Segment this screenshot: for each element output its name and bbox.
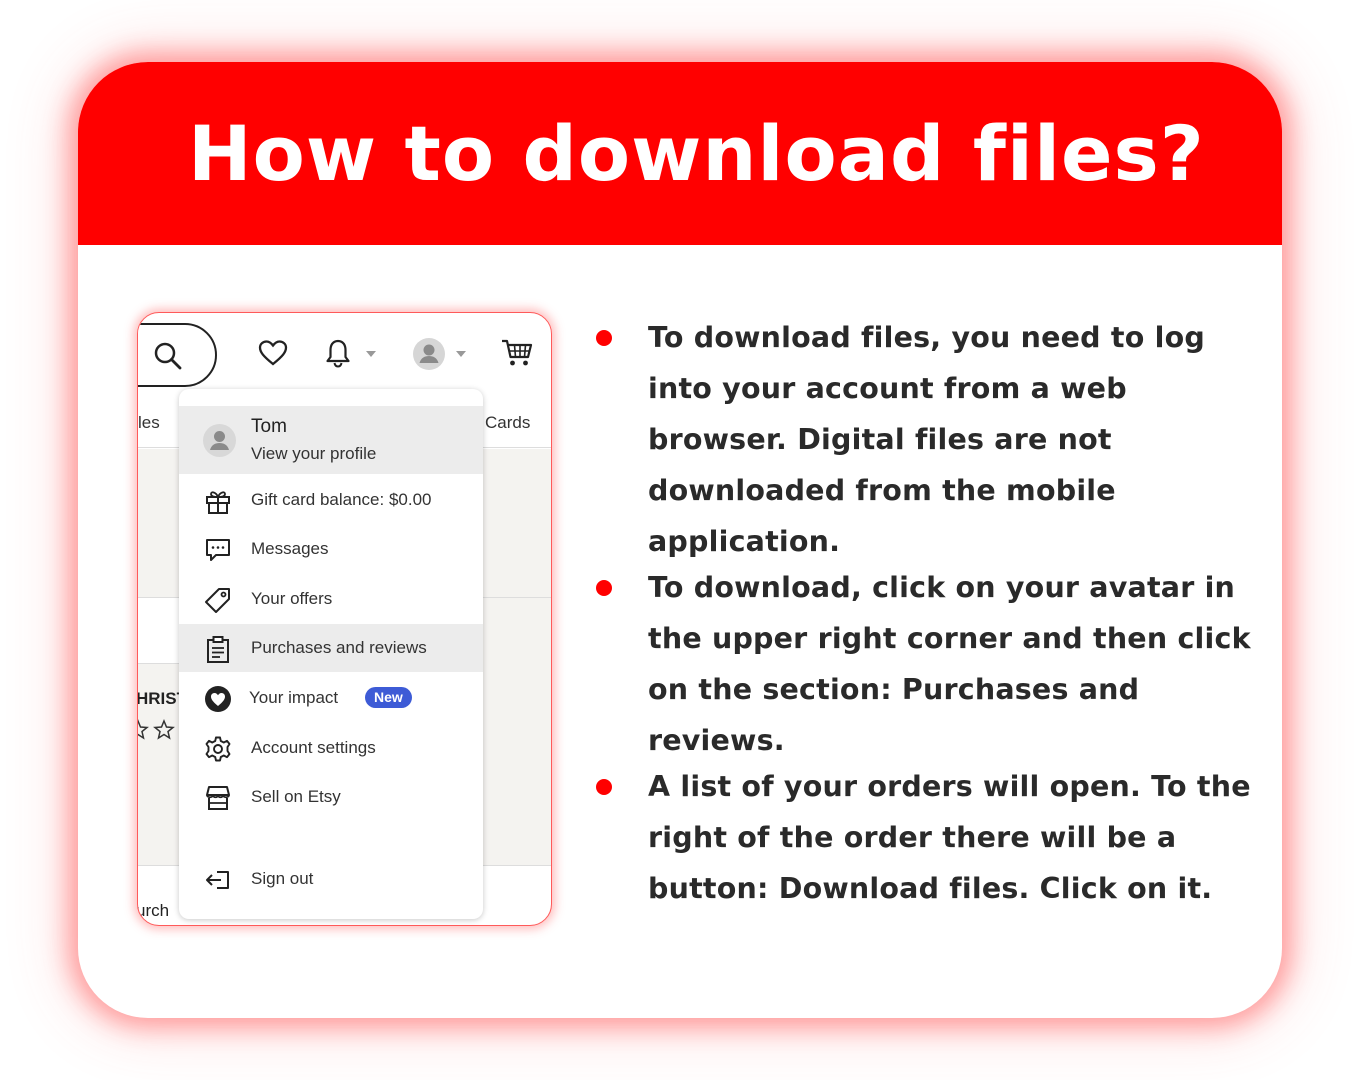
gear-icon [205,736,231,762]
avatar-icon [210,431,229,450]
bullet-dot [596,580,612,596]
nav-item-gift-cards[interactable]: Cards [485,413,530,433]
menu-item-sell-on-etsy[interactable]: Sell on Etsy [179,773,483,821]
avatar [203,424,236,457]
account-dropdown-menu: Tom View your profile Gift card balance:… [179,389,483,919]
bullet-dot [596,779,612,795]
bell-icon[interactable] [324,338,352,368]
menu-item-messages[interactable]: Messages [179,525,483,573]
profile-menu-item[interactable]: Tom View your profile [179,406,483,474]
header-banner: How to download files? [78,62,1282,245]
clipboard-icon [207,636,229,663]
chevron-down-icon[interactable] [365,350,377,358]
menu-item-label: Sign out [251,869,314,888]
menu-item-your-impact[interactable]: Your impact New [179,674,483,722]
new-badge: New [365,687,412,708]
menu-item-label: Sell on Etsy [251,787,341,806]
heart-icon[interactable] [258,339,288,367]
page-title: How to download files? [188,109,1205,198]
shop-icon [206,786,230,810]
gift-icon [206,491,230,514]
message-icon [206,539,230,561]
rating-stars-icon [138,719,175,740]
purchases-fragment: urch [137,901,170,920]
card-fragment [138,598,180,663]
etsy-menu-screenshot: les Cards HRIST urch Tom View your profi… [137,312,552,926]
menu-item-label: Purchases and reviews [251,638,427,657]
menu-item-label: Messages [251,539,329,558]
menu-item-label: Account settings [251,738,376,757]
heart-circle-icon [205,686,231,712]
menu-item-label: Your offers [251,589,333,608]
search-icon[interactable] [152,340,184,372]
menu-item-label: Gift card balance: $0.00 [251,490,432,509]
tag-icon [205,588,230,613]
profile-name: Tom [251,416,287,437]
menu-item-gift-card-balance[interactable]: Gift card balance: $0.00 [179,476,483,524]
nav-fragment-left[interactable]: les [138,413,160,433]
chevron-down-icon[interactable] [455,350,467,358]
view-profile-link[interactable]: View your profile [251,444,376,464]
menu-item-account-settings[interactable]: Account settings [179,724,483,772]
bullet-dot [596,330,612,346]
cart-icon[interactable] [500,337,534,369]
instruction-text: A list of your orders will open. To the … [648,770,1251,905]
sign-out-icon [206,871,229,889]
instruction-text: To download files, you need to log into … [648,321,1205,558]
menu-item-sign-out[interactable]: Sign out [179,855,483,903]
instruction-text: To download, click on your avatar in the… [648,571,1251,757]
avatar-icon[interactable] [412,337,446,371]
menu-item-label: Your impact [249,688,339,707]
menu-item-your-offers[interactable]: Your offers [179,575,483,623]
menu-item-purchases-and-reviews[interactable]: Purchases and reviews [179,624,483,672]
divider [138,663,180,664]
